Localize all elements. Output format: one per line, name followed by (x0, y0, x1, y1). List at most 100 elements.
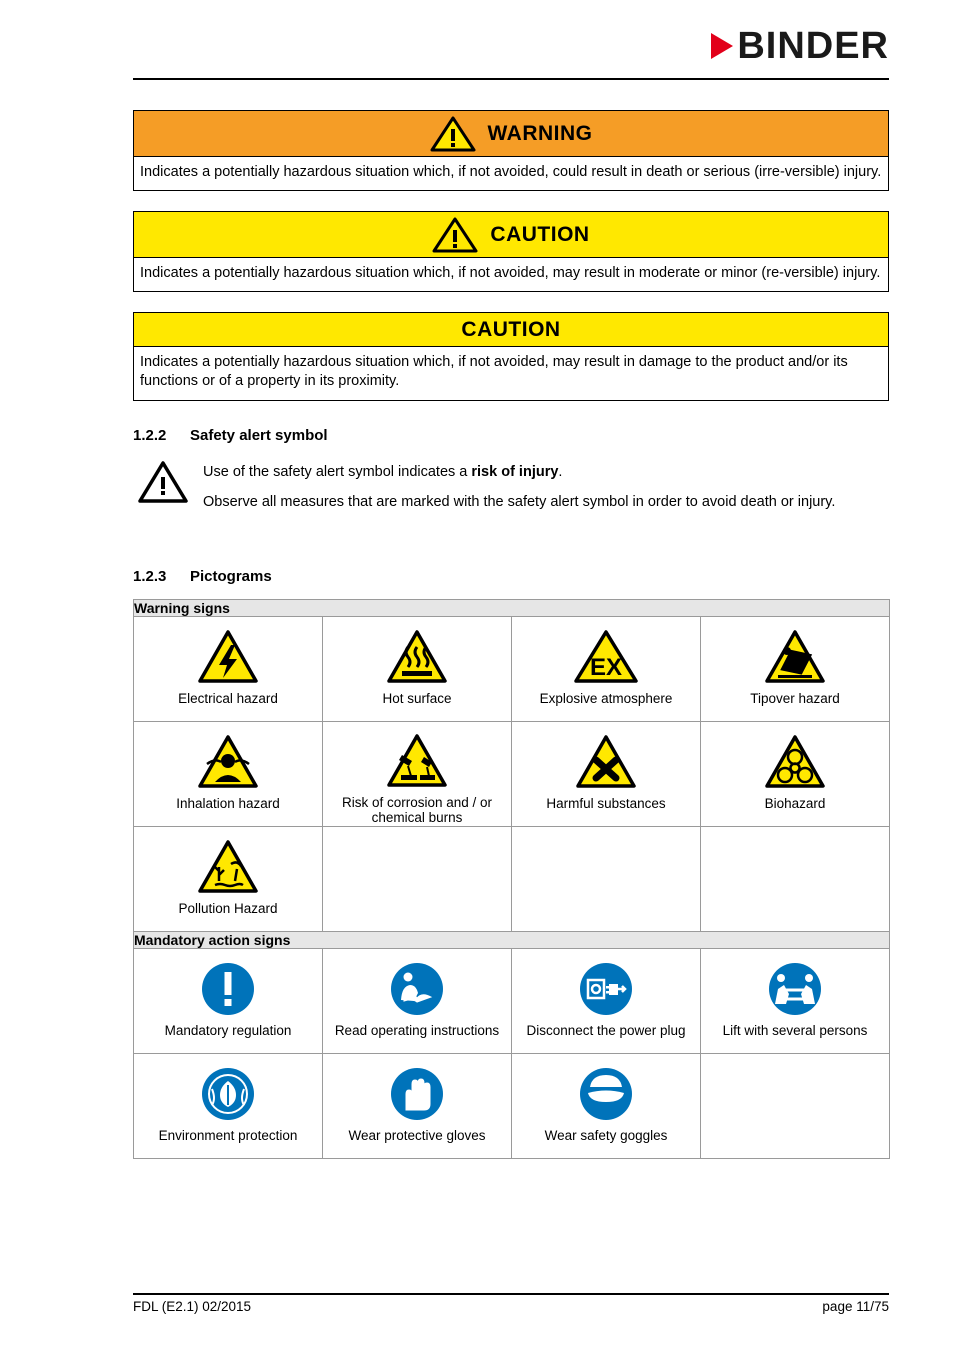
explosive-atmosphere-icon: EX (573, 626, 639, 688)
cell-inhalation-hazard: Inhalation hazard (133, 720, 323, 827)
cell-empty (700, 1052, 890, 1159)
safety-alert-paragraph-2: Observe all measures that are marked wit… (203, 493, 836, 510)
table-section-mandatory-action-signs: Mandatory action signs (133, 930, 890, 949)
safety-alert-p1-bold: risk of injury (471, 463, 559, 480)
cell-empty (322, 825, 512, 932)
cell-disconnect-power-plug: Disconnect the power plug (511, 947, 701, 1054)
harmful-substances-icon (575, 731, 637, 793)
cell-biohazard: Biohazard (700, 720, 890, 827)
cell-caption: Disconnect the power plug (526, 1022, 686, 1038)
cell-caption: Wear safety goggles (544, 1127, 668, 1143)
cell-caption: Wear protective gloves (348, 1127, 486, 1143)
cell-environment-protection: Environment protection (133, 1052, 323, 1159)
cell-tipover-hazard: Tipover hazard (700, 615, 890, 722)
electrical-hazard-icon (197, 626, 259, 688)
red-triangle-icon (711, 33, 734, 59)
wear-safety-goggles-icon (577, 1063, 635, 1125)
table-row: Inhalation hazard Risk of corrosion and … (133, 720, 890, 827)
footer-divider (133, 1293, 889, 1295)
safety-alert-p1-suffix: . (558, 463, 563, 480)
tipover-hazard-icon (764, 626, 826, 688)
safety-alert-text: Use of the safety alert symbol indicates… (203, 458, 835, 522)
biohazard-icon (764, 731, 826, 793)
hot-surface-icon (386, 626, 448, 688)
cell-harmful-substances: Harmful substances (511, 720, 701, 827)
cell-corrosion-hazard: Risk of corrosion and / or chemical burn… (322, 720, 512, 827)
notice-caution-product-header: CAUTION (134, 313, 888, 348)
notice-caution: CAUTION Indicates a potentially hazardou… (133, 211, 889, 293)
cell-caption: Risk of corrosion and / or chemical burn… (341, 794, 493, 826)
notice-caution-product-body: Indicates a potentially hazardous situat… (140, 354, 848, 390)
lift-with-several-persons-icon (766, 958, 824, 1020)
heading-number: 1.2.3 (133, 567, 167, 585)
notice-caution-body: Indicates a potentially hazardous situat… (140, 265, 881, 282)
header-divider (133, 78, 889, 80)
table-row: Pollution Hazard (133, 825, 890, 932)
notice-caution-product-title: CAUTION (461, 317, 561, 341)
cell-empty (700, 825, 890, 932)
binder-logo: BINDER (711, 24, 889, 68)
cell-caption: Pollution Hazard (178, 900, 278, 916)
read-operating-instructions-icon (388, 958, 446, 1020)
section-header-label: Warning signs (133, 598, 890, 617)
notice-warning: WARNING Indicates a potentially hazardou… (133, 110, 889, 192)
cell-caption: Electrical hazard (178, 690, 278, 706)
corrosion-hazard-icon (386, 731, 448, 792)
cell-caption: Inhalation hazard (176, 795, 280, 811)
cell-caption: Mandatory regulation (164, 1022, 292, 1038)
cell-caption: Tipover hazard (750, 690, 840, 706)
pollution-hazard-icon (197, 836, 259, 898)
wear-protective-gloves-icon (388, 1063, 446, 1125)
footer-page-number: page 11/75 (822, 1299, 889, 1314)
cell-mandatory-regulation: Mandatory regulation (133, 947, 323, 1054)
document-page: BINDER WARNING Indicates a potentially h… (0, 0, 954, 1350)
heading-safety-alert-symbol: 1.2.2 Safety alert symbol (133, 427, 889, 444)
page-header: BINDER (133, 24, 889, 80)
cell-pollution-hazard: Pollution Hazard (133, 825, 323, 932)
cell-wear-protective-gloves: Wear protective gloves (322, 1052, 512, 1159)
cell-wear-safety-goggles: Wear safety goggles (511, 1052, 701, 1159)
notice-warning-body: Indicates a potentially hazardous situat… (140, 164, 882, 180)
table-section-warning-signs: Warning signs (133, 598, 890, 617)
cell-empty (511, 825, 701, 932)
cell-explosive-atmosphere: EX Explosive atmosphere (511, 615, 701, 722)
heading-text: Safety alert symbol (190, 426, 328, 444)
cell-electrical-hazard: Electrical hazard (133, 615, 323, 722)
cell-caption: Environment protection (158, 1127, 298, 1143)
notice-warning-title: WARNING (487, 121, 593, 145)
safety-alert-paragraph-1: Use of the safety alert symbol indicates… (203, 462, 835, 483)
svg-text:EX: EX (590, 654, 622, 681)
notice-warning-header: WARNING (134, 111, 888, 157)
notice-caution-header: CAUTION (134, 212, 888, 259)
notice-caution-title: CAUTION (490, 222, 590, 246)
table-row: Environment protection Wear protective g… (133, 1052, 890, 1159)
page-footer: FDL (E2.1) 02/2015 page 11/75 (133, 1293, 889, 1314)
section-header-label: Mandatory action signs (133, 930, 890, 949)
safety-alert-p1-prefix: Use of the safety alert symbol indicates… (203, 463, 472, 480)
cell-hot-surface: Hot surface (322, 615, 512, 722)
safety-alert-triangle-icon (137, 458, 203, 509)
warning-triangle-icon (432, 217, 478, 253)
table-row: Electrical hazard Hot surface EX Explosi… (133, 615, 890, 722)
cell-caption: Read operating instructions (334, 1022, 500, 1038)
cell-read-operating-instructions: Read operating instructions (322, 947, 512, 1054)
logo-text: BINDER (737, 25, 889, 67)
page-content: WARNING Indicates a potentially hazardou… (133, 110, 890, 1159)
pictograms-table: Warning signs Electrical hazard Hot surf… (133, 598, 890, 1159)
notice-caution-product: CAUTION Indicates a potentially hazardou… (133, 312, 889, 401)
footer-left-text: FDL (E2.1) 02/2015 (133, 1299, 252, 1314)
cell-caption: Lift with several persons (722, 1022, 868, 1038)
table-row: Mandatory regulation Read operating inst… (133, 947, 890, 1054)
inhalation-hazard-icon (197, 731, 259, 793)
environment-protection-icon (199, 1063, 257, 1125)
heading-text: Pictograms (190, 567, 272, 585)
safety-alert-block: Use of the safety alert symbol indicates… (137, 458, 889, 522)
cell-caption: Harmful substances (546, 795, 666, 811)
cell-caption: Explosive atmosphere (539, 690, 673, 706)
heading-pictograms: 1.2.3 Pictograms (133, 568, 889, 585)
disconnect-power-plug-icon (577, 958, 635, 1020)
cell-caption: Biohazard (764, 795, 826, 811)
warning-triangle-icon (430, 116, 476, 152)
heading-number: 1.2.2 (133, 426, 167, 444)
cell-lift-with-several-persons: Lift with several persons (700, 947, 890, 1054)
